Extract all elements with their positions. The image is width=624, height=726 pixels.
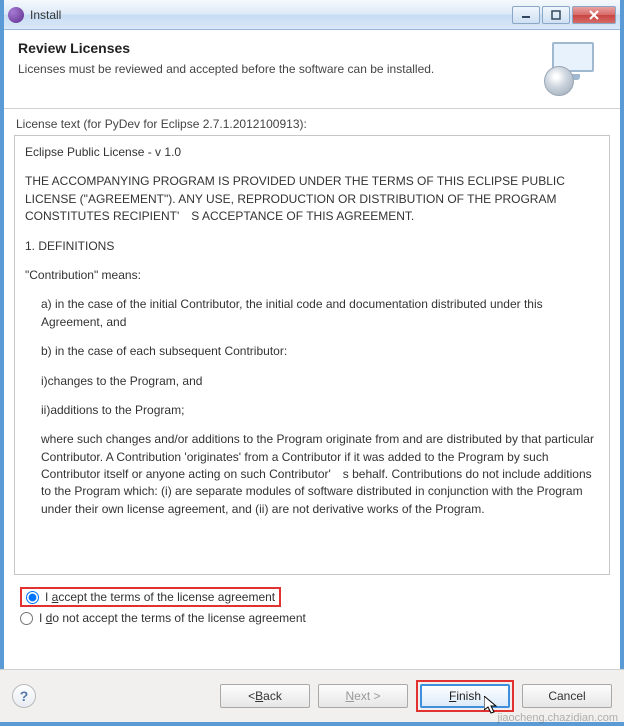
license-contribution-means: "Contribution" means: [25, 267, 599, 284]
help-button[interactable]: ? [12, 684, 36, 708]
license-text-box[interactable]: Eclipse Public License - v 1.0 THE ACCOM… [14, 135, 610, 575]
reject-radio[interactable] [20, 612, 33, 625]
license-originates: where such changes and/or additions to t… [25, 431, 599, 518]
license-definitions-heading: 1. DEFINITIONS [25, 238, 599, 255]
app-icon [8, 7, 24, 23]
accept-radio-row[interactable]: I accept the terms of the license agreem… [18, 585, 606, 609]
maximize-button[interactable] [542, 6, 570, 24]
wizard-header: Review Licenses Licenses must be reviewe… [4, 30, 620, 109]
window-controls [512, 6, 616, 24]
reject-label: I do not accept the terms of the license… [39, 611, 306, 625]
finish-button[interactable]: Finish [420, 684, 510, 708]
close-button[interactable] [572, 6, 616, 24]
license-def-b: b) in the case of each subsequent Contri… [25, 343, 599, 360]
finish-highlight: Finish [416, 680, 514, 712]
page-title: Review Licenses [18, 40, 532, 56]
license-terms: THE ACCOMPANYING PROGRAM IS PROVIDED UND… [25, 173, 599, 225]
titlebar: Install [4, 0, 620, 30]
license-def-a: a) in the case of the initial Contributo… [25, 296, 599, 331]
cancel-button[interactable]: Cancel [522, 684, 612, 708]
license-def-i: i)changes to the Program, and [25, 373, 599, 390]
install-icon [542, 40, 606, 96]
license-group-label: License text (for PyDev for Eclipse 2.7.… [16, 117, 610, 131]
back-button[interactable]: < Back [220, 684, 310, 708]
reject-radio-row[interactable]: I do not accept the terms of the license… [18, 609, 606, 627]
accept-radio[interactable] [26, 591, 39, 604]
license-def-ii: ii)additions to the Program; [25, 402, 599, 419]
license-title: Eclipse Public License - v 1.0 [25, 144, 599, 161]
cursor-icon [484, 696, 500, 716]
license-radio-group: I accept the terms of the license agreem… [14, 583, 610, 629]
accept-label: I accept the terms of the license agreem… [45, 590, 275, 604]
window-title: Install [30, 8, 512, 22]
next-button: Next > [318, 684, 408, 708]
minimize-button[interactable] [512, 6, 540, 24]
page-subtitle: Licenses must be reviewed and accepted b… [18, 62, 532, 76]
wizard-footer: ? < Back Next > Finish Cancel [0, 669, 624, 722]
content-area: License text (for PyDev for Eclipse 2.7.… [4, 109, 620, 629]
